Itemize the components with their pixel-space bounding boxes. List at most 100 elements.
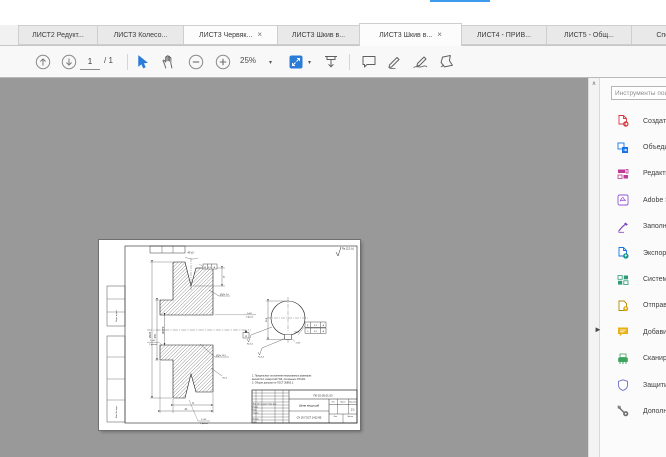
tool-item-comment[interactable]: Добавить комментарий bbox=[600, 319, 666, 345]
document-tab[interactable]: ЛИСТ3 Шкив в... bbox=[277, 25, 360, 45]
svg-text:Разраб.: Разраб. bbox=[253, 406, 259, 408]
svg-text:1×45°: 1×45° bbox=[296, 342, 301, 345]
tool-item-edit-pdf[interactable]: Редактировать PDF bbox=[600, 161, 666, 187]
zoom-dropdown-caret[interactable]: ▾ bbox=[269, 59, 272, 66]
tool-item-send[interactable]: Отправить на рецензирование bbox=[600, 293, 666, 319]
tools-sidebar: Создать PDFОбъединить файлыРедактировать… bbox=[599, 78, 666, 457]
document-tab[interactable]: ЛИСТ2 Редукт... bbox=[18, 25, 98, 45]
svg-text:ПК 02.05.01.03: ПК 02.05.01.03 bbox=[313, 393, 333, 397]
svg-text:2:1: 2:1 bbox=[351, 408, 355, 412]
fit-page-button[interactable] bbox=[289, 54, 304, 69]
svg-text:Масса: Масса bbox=[341, 402, 346, 404]
svg-text:Ra 12,5: Ra 12,5 bbox=[342, 248, 351, 251]
document-tab[interactable]: ЛИСТ3 Шкив в...× bbox=[359, 23, 462, 46]
document-tab[interactable]: Специфик... bbox=[631, 25, 666, 45]
chamfer-callout: 1×45° 2 фаски bbox=[215, 312, 256, 319]
fit-page-caret[interactable]: ▾ bbox=[308, 59, 311, 66]
toolbar-separator bbox=[127, 54, 128, 70]
svg-text:8: 8 bbox=[192, 402, 194, 405]
edit-pdf-icon bbox=[617, 168, 636, 180]
tool-item-label: Отправить на рецензирование bbox=[643, 302, 666, 309]
tab-label: Специфик... bbox=[656, 32, 666, 39]
scan-icon bbox=[617, 353, 636, 365]
tab-row: ЛИСТ2 Редукт... ЛИСТ3 Колесо... ЛИСТ3 Черв… bbox=[0, 25, 666, 46]
page-scrolling-button[interactable] bbox=[323, 54, 339, 69]
svg-text:(√): (√) bbox=[351, 248, 354, 251]
svg-text:Ra 3,2: Ra 3,2 bbox=[247, 344, 254, 346]
comment-icon bbox=[617, 326, 636, 338]
end-view: 34,8 6±0,2 1×45° ∥ 0,1 А ⊥ 0,2 bbox=[247, 297, 326, 359]
main-toolbar: / 1 25% ▾ ▾ bbox=[0, 46, 666, 78]
svg-text:◎: ◎ bbox=[204, 266, 206, 269]
tool-item-organize[interactable]: Систематизировать страницы bbox=[600, 266, 666, 292]
svg-text:Н.контр.: Н.контр. bbox=[253, 418, 260, 420]
tool-item-more-tools[interactable]: Дополнительные инструменты bbox=[600, 398, 666, 424]
tab-label: ЛИСТ3 Червяк... bbox=[199, 32, 252, 39]
comment-tool-button[interactable] bbox=[362, 55, 377, 69]
stamp-tool-button[interactable] bbox=[438, 54, 454, 69]
svg-text:2 фаски: 2 фаски bbox=[246, 316, 253, 319]
document-tab[interactable]: ЛИСТ5 - Общ... bbox=[546, 25, 632, 45]
tab-close-icon[interactable]: × bbox=[257, 31, 262, 39]
tool-item-label: Добавить комментарий bbox=[643, 329, 666, 336]
svg-text:1×45°: 1×45° bbox=[201, 418, 207, 421]
page-number-input[interactable] bbox=[80, 54, 100, 70]
document-tab[interactable]: ЛИСТ4 - ПРИВ... bbox=[461, 25, 547, 45]
margin-label: Инв. № подл. bbox=[115, 405, 118, 418]
tool-item-label: Сканирование и распознавание bbox=[643, 355, 666, 362]
svg-text:Изм. Лист № докум. Подп. Дат: Изм. Лист № докум. Подп. Дата bbox=[253, 402, 277, 405]
tool-item-fill-sign[interactable]: Заполнить и подписать bbox=[600, 214, 666, 240]
document-tab[interactable]: ЛИСТ3 Колесо... bbox=[97, 25, 184, 45]
previous-page-button[interactable] bbox=[36, 54, 51, 69]
hand-tool-button[interactable] bbox=[162, 54, 177, 69]
svg-text:Ø71: Ø71 bbox=[154, 333, 157, 338]
zoom-in-button[interactable] bbox=[216, 54, 231, 69]
svg-text:21: 21 bbox=[185, 408, 188, 411]
tab-label: ЛИСТ2 Редукт... bbox=[32, 32, 84, 39]
svg-text:Лит.: Лит. bbox=[332, 402, 336, 404]
combine-icon bbox=[617, 142, 636, 154]
selection-tool-button[interactable] bbox=[137, 54, 150, 69]
pdf-page[interactable]: Подп. и дата Инв. № подл. Ra 12,5 (√) Ø1… bbox=[99, 240, 360, 430]
tool-item-export-pdf[interactable]: Экспорт PDF bbox=[600, 240, 666, 266]
tab-close-icon[interactable]: × bbox=[437, 31, 442, 39]
tool-item-scan[interactable]: Сканирование и распознавание bbox=[600, 346, 666, 372]
send-icon bbox=[617, 300, 636, 312]
scroll-up-arrow[interactable]: ∧ bbox=[589, 80, 599, 87]
pulley-section-view: Ø125 Ø71 Ø32H7 8 21 40°±1° bbox=[147, 253, 256, 425]
svg-text:Лист: Лист bbox=[334, 416, 338, 418]
svg-text:10: 10 bbox=[224, 275, 226, 278]
svg-text:R1,6: R1,6 bbox=[223, 378, 228, 380]
zoom-level-value[interactable]: 25% bbox=[240, 56, 256, 65]
fill-sign-tool-button[interactable] bbox=[412, 54, 429, 69]
zoom-out-button[interactable] bbox=[189, 54, 204, 69]
vertical-scrollbar[interactable] bbox=[588, 78, 599, 457]
svg-text:Шкив ведущий: Шкив ведущий bbox=[299, 404, 320, 408]
tool-item-combine[interactable]: Объединить файлы bbox=[600, 134, 666, 160]
svg-text:⊥: ⊥ bbox=[307, 330, 309, 333]
tool-item-create-pdf[interactable]: Создать PDF bbox=[600, 108, 666, 134]
svg-text:Ra 6,3: Ra 6,3 bbox=[258, 357, 265, 359]
tools-list: Создать PDFОбъединить файлыРедактировать… bbox=[600, 108, 666, 425]
next-page-button[interactable] bbox=[62, 54, 77, 69]
svg-text:34,8: 34,8 bbox=[266, 317, 268, 322]
general-roughness-mark: Ra 12,5 (√) bbox=[336, 247, 354, 256]
tools-search-input[interactable] bbox=[611, 86, 666, 100]
adobe-sign-icon bbox=[617, 194, 636, 206]
document-canvas[interactable]: Подп. и дата Инв. № подл. Ra 12,5 (√) Ø1… bbox=[0, 78, 588, 457]
protect-icon bbox=[617, 379, 636, 391]
svg-text:Ra 12,5: Ra 12,5 bbox=[219, 355, 227, 357]
tool-item-adobe-sign[interactable]: Adobe Sign bbox=[600, 187, 666, 213]
document-tab-bar: ЛИСТ2 Редукт... ЛИСТ3 Колесо... ЛИСТ3 Черв… bbox=[0, 13, 666, 46]
tool-item-protect[interactable]: Защитить bbox=[600, 372, 666, 398]
panel-collapse-arrow[interactable]: ► bbox=[594, 325, 602, 335]
document-tab[interactable]: ЛИСТ3 Червяк... × bbox=[183, 25, 278, 45]
chamfer-callout: 1×45° 2 фаски bbox=[147, 339, 162, 346]
tool-item-label: Систематизировать страницы bbox=[643, 276, 666, 283]
pencil-tool-button[interactable] bbox=[387, 54, 402, 69]
tool-item-label: Защитить bbox=[643, 382, 666, 389]
tab-label: ЛИСТ3 Колесо... bbox=[114, 32, 168, 39]
window-top-strip bbox=[0, 0, 666, 13]
datum-flag: А bbox=[243, 330, 249, 338]
export-pdf-icon bbox=[617, 247, 636, 259]
